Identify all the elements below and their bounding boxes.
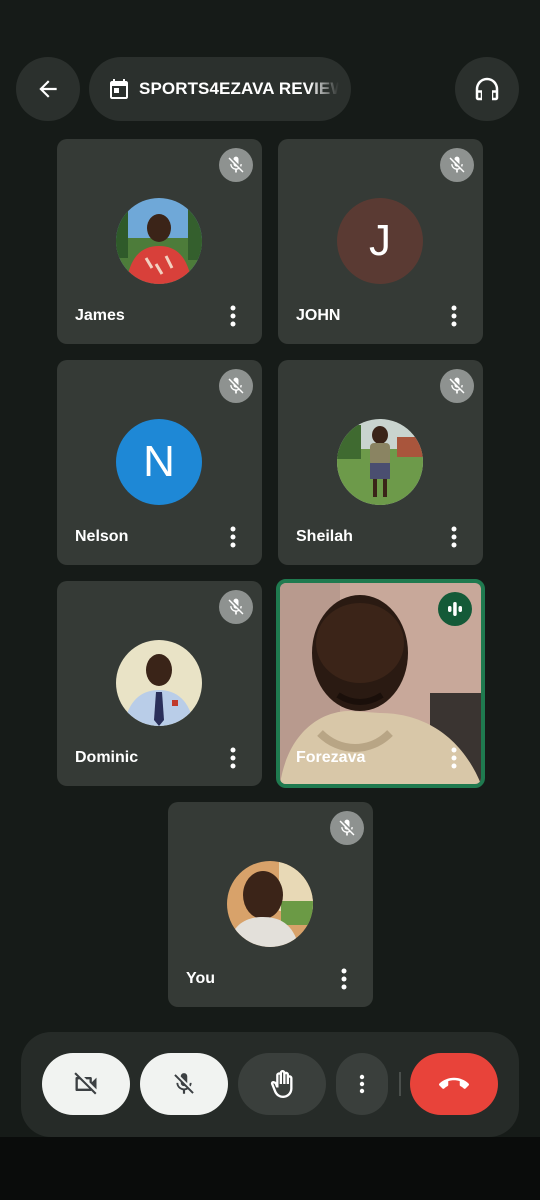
more-vert-icon[interactable] xyxy=(444,744,464,772)
more-vert-icon[interactable] xyxy=(444,523,464,551)
raise-hand-icon xyxy=(270,1070,293,1098)
audio-output-button[interactable] xyxy=(455,57,519,121)
participant-name: Nelson xyxy=(75,528,129,545)
participant-name: James xyxy=(75,307,125,324)
raise-hand-button[interactable] xyxy=(238,1053,326,1115)
end-call-button[interactable] xyxy=(410,1053,498,1115)
avatar-photo xyxy=(116,640,202,726)
mic-off-icon xyxy=(219,148,253,182)
avatar-initial: J xyxy=(337,198,423,284)
more-vert-icon[interactable] xyxy=(223,523,243,551)
controls-divider xyxy=(399,1072,401,1096)
more-vert-icon[interactable] xyxy=(334,965,354,993)
more-vert-icon xyxy=(359,1074,365,1094)
participant-name: You xyxy=(186,970,216,987)
more-vert-icon[interactable] xyxy=(223,302,243,330)
avatar-photo xyxy=(227,861,313,947)
participant-name: Sheilah xyxy=(296,528,353,545)
participant-tile-self[interactable]: You xyxy=(168,802,373,1007)
participant-name: JOHN xyxy=(296,307,341,324)
mic-toggle-button[interactable] xyxy=(140,1053,228,1115)
system-nav-area xyxy=(0,1137,540,1200)
participant-tile-sheilah[interactable]: Sheilah xyxy=(278,360,483,565)
participant-name: Dominic xyxy=(75,749,139,766)
more-vert-icon[interactable] xyxy=(444,302,464,330)
mic-off-icon xyxy=(440,369,474,403)
camera-off-icon xyxy=(74,1072,97,1095)
participant-tile-forezava[interactable]: Forezava xyxy=(276,579,485,788)
meeting-title: SPORTS4EZAVA REVIEW MEETING xyxy=(139,79,339,98)
participant-name: Forezava xyxy=(296,749,366,766)
more-options-button[interactable] xyxy=(336,1053,388,1115)
call-controls-bar xyxy=(21,1032,519,1137)
mic-off-icon xyxy=(174,1073,194,1094)
participant-tile-james[interactable]: James xyxy=(57,139,262,344)
more-vert-icon[interactable] xyxy=(223,744,243,772)
avatar-photo xyxy=(337,419,423,505)
mic-off-icon xyxy=(330,811,364,845)
mic-off-icon xyxy=(219,590,253,624)
mic-off-icon xyxy=(440,148,474,182)
camera-toggle-button[interactable] xyxy=(42,1053,130,1115)
calendar-icon xyxy=(110,79,128,99)
participant-tile-nelson[interactable]: N Nelson xyxy=(57,360,262,565)
speaking-indicator-icon xyxy=(438,592,472,626)
back-button[interactable] xyxy=(16,57,80,121)
participant-tile-john[interactable]: J JOHN xyxy=(278,139,483,344)
end-call-icon xyxy=(439,1077,469,1089)
mic-off-icon xyxy=(219,369,253,403)
participant-tile-dominic[interactable]: Dominic xyxy=(57,581,262,786)
headphones-icon xyxy=(475,77,499,101)
avatar-initial: N xyxy=(116,419,202,505)
meeting-title-chip[interactable]: SPORTS4EZAVA REVIEW MEETING xyxy=(89,57,351,121)
meet-call-screen: SPORTS4EZAVA REVIEW MEETING James xyxy=(0,0,540,1200)
arrow-back-icon xyxy=(39,80,57,98)
avatar-photo xyxy=(116,198,202,284)
